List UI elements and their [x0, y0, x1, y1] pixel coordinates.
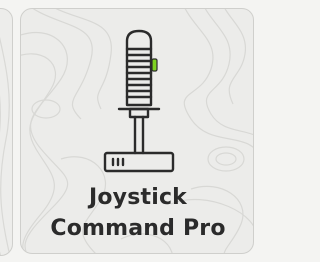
topographic-pattern: [0, 36, 11, 255]
joystick-icon: [103, 29, 175, 173]
screen: Joystick Command Pro: [0, 0, 266, 262]
product-tile-joystick[interactable]: Joystick Command Pro: [20, 8, 254, 254]
product-title-line1: Joystick: [88, 185, 188, 210]
previous-product-tile[interactable]: [0, 8, 13, 256]
product-title-line2: Command Pro: [50, 216, 226, 241]
